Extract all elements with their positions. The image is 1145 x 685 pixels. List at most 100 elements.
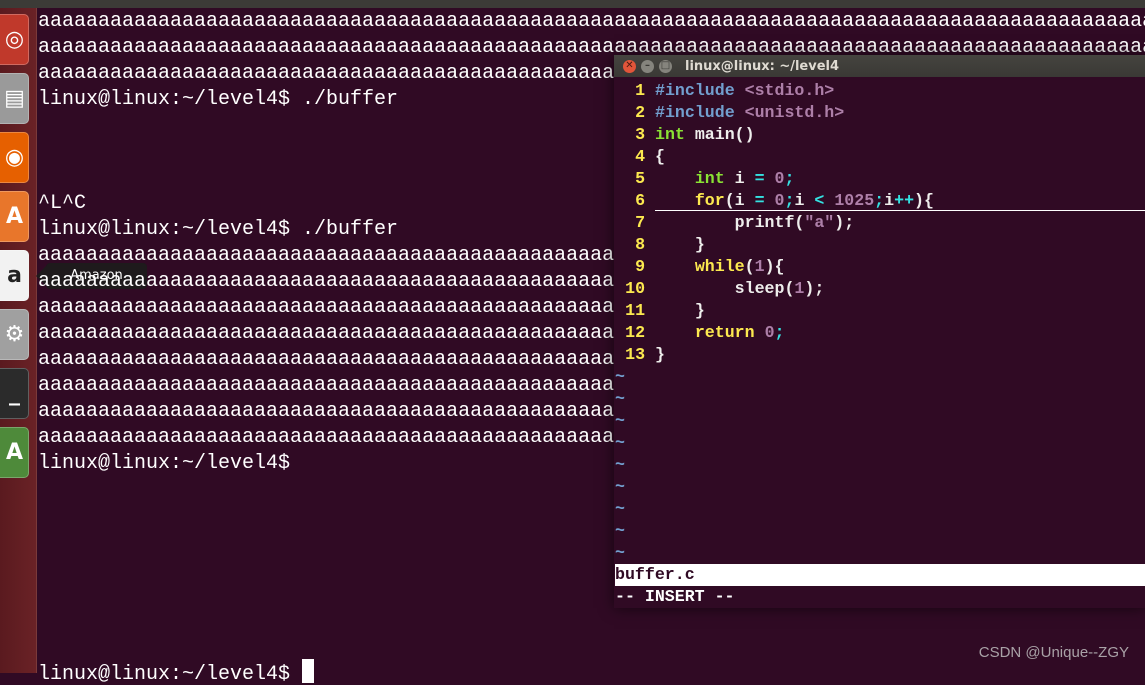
- terminal-cursor: [302, 659, 315, 683]
- firefox-icon: ◉: [4, 145, 25, 170]
- empty-line-marker: ~: [615, 411, 625, 430]
- files-icon: ▤: [4, 86, 25, 111]
- code-line: 12 return 0;: [615, 322, 1145, 344]
- code-token: (: [744, 257, 755, 276]
- line-number: 10: [625, 279, 655, 298]
- minimize-button[interactable]: –: [641, 59, 654, 73]
- line-number: 2: [635, 103, 655, 122]
- watermark: CSDN @Unique--ZGY: [978, 644, 1129, 661]
- terminal-line: aaaaaaaaaaaaaaaaaaaaaaaaaaaaaaaaaaaaaaaa…: [38, 10, 1145, 33]
- code-token: #include: [655, 81, 735, 100]
- code-token: ){: [764, 257, 785, 276]
- vim-status-line: buffer.c: [615, 564, 1145, 586]
- ubuntu-dash-icon: ◎: [4, 27, 25, 52]
- launcher-item-firefox[interactable]: ◉: [0, 132, 29, 183]
- line-number: 5: [635, 169, 655, 188]
- launcher-item-software-updater[interactable]: A: [0, 427, 29, 478]
- code-token: "a": [804, 213, 835, 232]
- code-token: =: [754, 169, 765, 188]
- empty-line-marker: ~: [615, 521, 625, 540]
- code-token: <: [814, 191, 825, 210]
- line-number: 3: [635, 125, 655, 144]
- code-token: int: [655, 125, 685, 144]
- code-token: 0: [774, 169, 785, 188]
- code-line: 3 int main(): [615, 124, 1145, 146]
- code-token: main(): [684, 125, 755, 144]
- code-token: int: [694, 169, 725, 188]
- launcher-item-ubuntu-dash[interactable]: ◎: [0, 14, 29, 65]
- code-token: <stdio.h>: [744, 81, 835, 100]
- code-token: while: [694, 257, 745, 276]
- empty-line-marker: ~: [615, 499, 625, 518]
- top-panel: [0, 0, 1145, 8]
- code-line: 4 {: [615, 146, 1145, 168]
- code-token: ;: [784, 191, 795, 210]
- code-token: ++: [894, 191, 915, 210]
- vim-mode-indicator: -- INSERT --: [615, 587, 735, 606]
- empty-line-marker: ~: [615, 543, 625, 562]
- line-number: 11: [625, 301, 655, 320]
- code-token: printf(: [655, 213, 805, 232]
- line-number: 7: [635, 213, 655, 232]
- code-token: i: [724, 169, 755, 188]
- code-line: 10 sleep(1);: [615, 278, 1145, 300]
- code-token: 1: [754, 257, 765, 276]
- close-button[interactable]: ✕: [623, 59, 636, 73]
- code-token: return: [694, 323, 755, 342]
- code-token: =: [754, 191, 765, 210]
- code-token: }: [655, 345, 665, 364]
- empty-line-marker: ~: [615, 389, 625, 408]
- amazon-icon: a: [7, 263, 22, 288]
- code-token: {: [655, 147, 665, 166]
- code-token: 1025: [834, 191, 875, 210]
- launcher-item-system-settings[interactable]: ⚙: [0, 309, 29, 360]
- maximize-button[interactable]: □: [659, 59, 672, 73]
- code-token: #include: [655, 103, 735, 122]
- unity-launcher: ◎ ▤ ◉ Aa ⚙ _ A: [0, 8, 37, 673]
- code-line: 5 int i = 0;: [615, 168, 1145, 190]
- terminal-icon: _: [9, 381, 20, 406]
- line-number: 12: [625, 323, 655, 342]
- minimize-icon: –: [645, 60, 650, 71]
- launcher-item-terminal[interactable]: _: [0, 368, 29, 419]
- software-updater-icon: A: [5, 440, 24, 465]
- window-titlebar[interactable]: ✕ – □ linux@linux: ~/level4: [614, 55, 1145, 77]
- line-number: 13: [625, 345, 655, 364]
- code-token: i: [794, 191, 815, 210]
- code-token: for: [694, 191, 725, 210]
- launcher-item-files[interactable]: ▤: [0, 73, 29, 124]
- code-token: ;: [774, 323, 785, 342]
- code-token: i: [884, 191, 895, 210]
- code-token: 1: [794, 279, 805, 298]
- code-token: ){: [914, 191, 934, 210]
- launcher-item-amazon[interactable]: a: [0, 250, 29, 301]
- code-token: ;: [874, 191, 885, 210]
- empty-line-marker: ~: [615, 477, 625, 496]
- launcher-item-software-center[interactable]: A: [0, 191, 29, 242]
- code-line: 9 while(1){: [615, 256, 1145, 278]
- vim-editor-buffer[interactable]: 1 #include <stdio.h> 2 #include <unistd.h…: [615, 80, 1145, 564]
- terminal-line: linux@linux:~/level4$: [38, 659, 1145, 685]
- line-number: 9: [635, 257, 655, 276]
- code-line: 13 }: [615, 344, 1145, 366]
- empty-line-marker: ~: [615, 455, 625, 474]
- close-icon: ✕: [625, 60, 634, 71]
- software-center-icon: A: [5, 204, 24, 229]
- code-token: sleep(: [655, 279, 795, 298]
- empty-line-marker: ~: [615, 433, 625, 452]
- code-line: 8 }: [615, 234, 1145, 256]
- line-number: 1: [635, 81, 655, 100]
- vim-terminal-window[interactable]: ✕ – □ linux@linux: ~/level4 1 #include <…: [614, 55, 1145, 608]
- maximize-icon: □: [660, 60, 671, 71]
